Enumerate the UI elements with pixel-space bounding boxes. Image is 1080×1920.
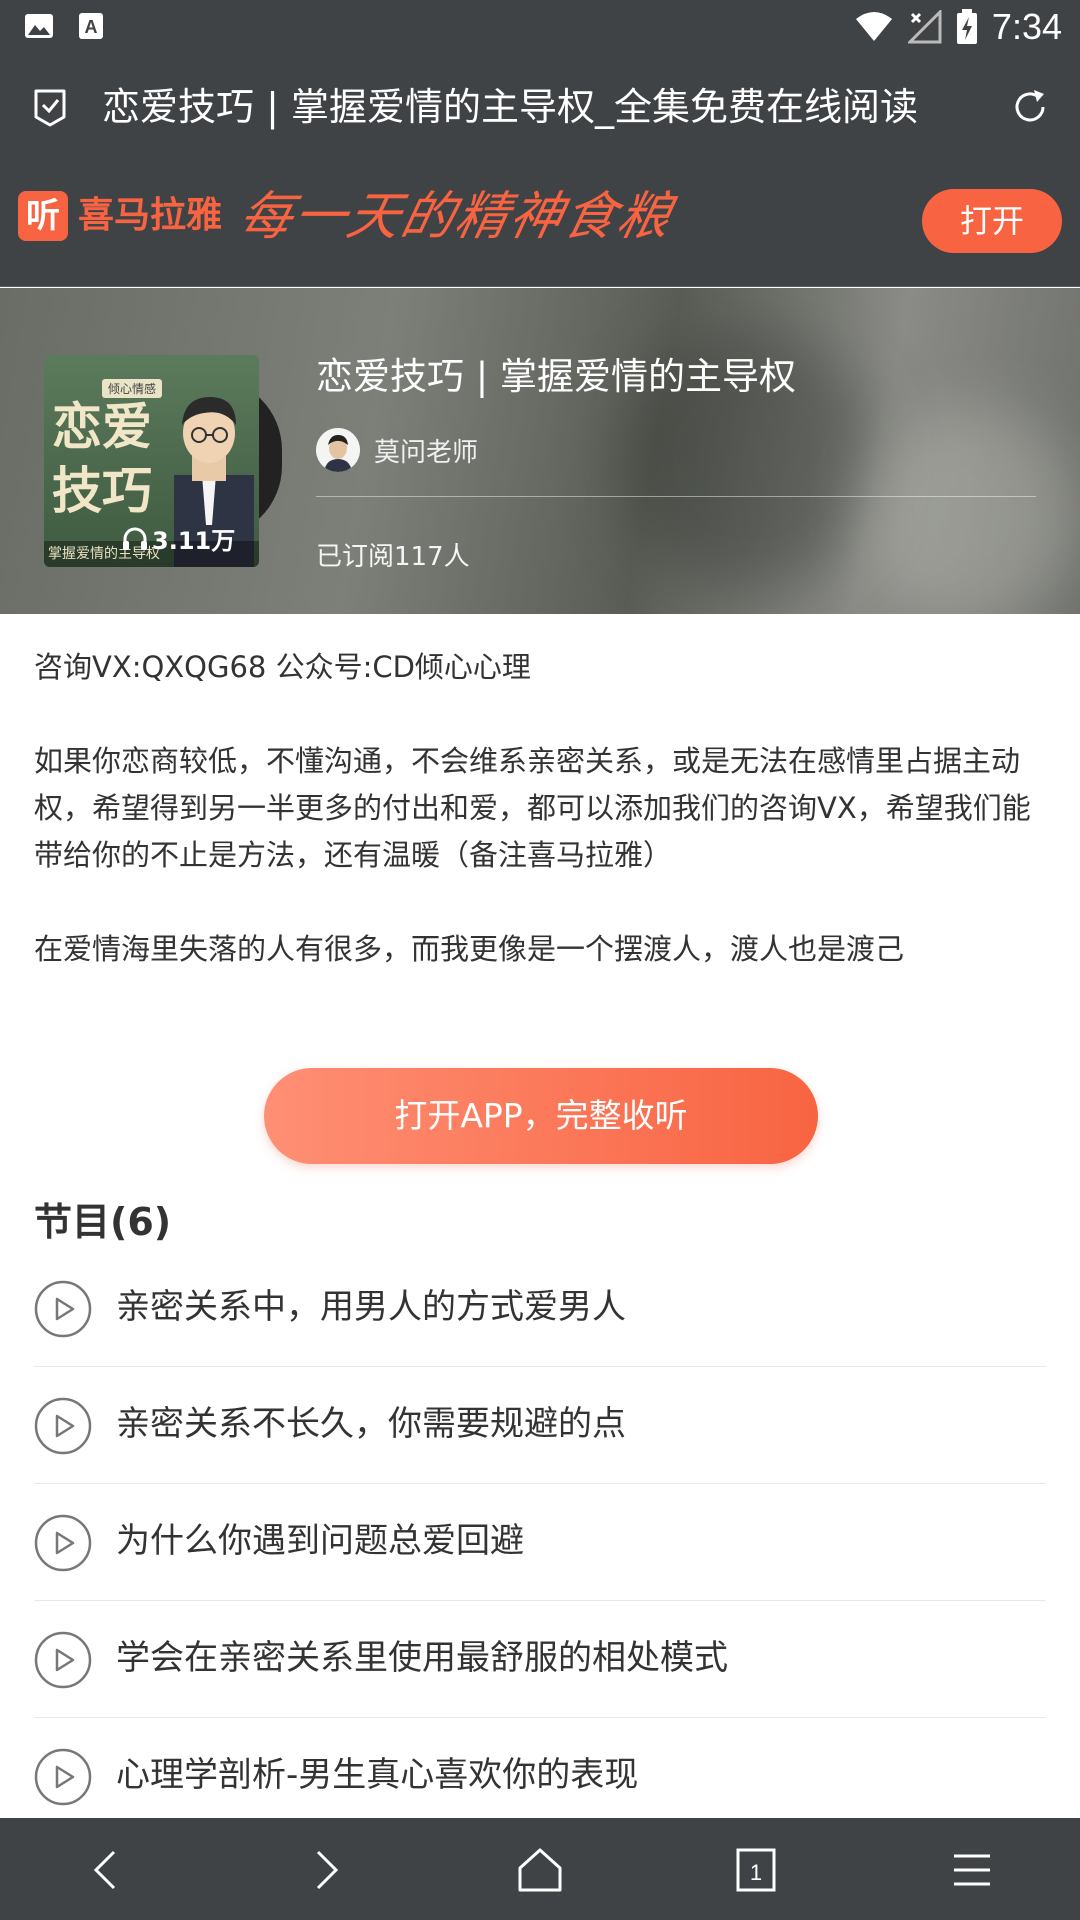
image-icon xyxy=(25,14,53,38)
brand-name: 喜马拉雅 xyxy=(78,195,223,236)
title-fade xyxy=(920,77,982,137)
author-row[interactable]: 莫问老师 xyxy=(316,428,478,472)
episode-title[interactable]: 心理学剖析-男生真心喜欢你的表现 xyxy=(116,1747,638,1803)
episode-title[interactable]: 亲密关系不长久，你需要规避的点 xyxy=(116,1396,626,1452)
page-title[interactable]: 恋爱技巧 | 掌握爱情的主导权_全集免费在线阅读 xyxy=(102,77,982,137)
forward-icon[interactable] xyxy=(296,1842,352,1898)
author-name[interactable]: 莫问老师 xyxy=(374,432,478,469)
app-promo-banner: 听 喜马拉雅 每一天的精神食粮 打开 xyxy=(0,160,1080,287)
play-icon[interactable] xyxy=(34,1514,92,1572)
play-icon[interactable] xyxy=(34,1748,92,1806)
shield-check-icon[interactable] xyxy=(32,87,68,127)
episode-list: 亲密关系中，用男人的方式爱男人 亲密关系不长久，你需要规避的点 为什么你遇到问题… xyxy=(34,1250,1046,1835)
play-icon[interactable] xyxy=(34,1631,92,1689)
episode-item[interactable]: 亲密关系中，用男人的方式爱男人 xyxy=(34,1250,1046,1367)
play-count: 3.11万 xyxy=(122,521,235,556)
battery-charging-icon xyxy=(956,9,977,44)
episode-title[interactable]: 学会在亲密关系里使用最舒服的相处模式 xyxy=(116,1630,728,1686)
browser-bottom-nav: 1 xyxy=(0,1818,1080,1920)
browser-toolbar: 恋爱技巧 | 掌握爱情的主导权_全集免费在线阅读 xyxy=(0,55,1080,160)
author-avatar[interactable] xyxy=(316,428,360,472)
episode-item[interactable]: 为什么你遇到问题总爱回避 xyxy=(34,1484,1046,1601)
play-count-value: 3.11万 xyxy=(152,527,236,555)
back-icon[interactable] xyxy=(80,1842,136,1898)
home-icon[interactable] xyxy=(512,1842,568,1898)
episode-item[interactable]: 亲密关系不长久，你需要规避的点 xyxy=(34,1367,1046,1484)
episode-title[interactable]: 为什么你遇到问题总爱回避 xyxy=(116,1513,524,1569)
play-icon[interactable] xyxy=(34,1280,92,1338)
episode-item[interactable]: 学会在亲密关系里使用最舒服的相处模式 xyxy=(34,1601,1046,1718)
open-app-button[interactable]: 打开 xyxy=(922,189,1062,253)
contact-line: 咨询VX:QXQG68 公众号:CD倾心心理 xyxy=(34,650,531,684)
tab-count: 1 xyxy=(750,1860,762,1885)
status-bar: A 7:34 xyxy=(0,0,1080,55)
play-icon[interactable] xyxy=(34,1397,92,1455)
tabs-icon[interactable]: 1 xyxy=(728,1842,784,1898)
font-download-icon: A xyxy=(79,13,103,39)
brand-slogan: 每一天的精神食粮 xyxy=(233,187,679,247)
ximalaya-logo-icon: 听 xyxy=(18,191,68,241)
episode-title[interactable]: 亲密关系中，用男人的方式爱男人 xyxy=(116,1279,626,1335)
album-header: 倾心情感 恋爱技巧 掌握爱情的主导权 3.11万 恋爱技巧 | 掌握爱情的主导权 xyxy=(0,288,1080,614)
album-cover[interactable]: 倾心情感 恋爱技巧 掌握爱情的主导权 3.11万 xyxy=(44,355,259,567)
clock: 7:34 xyxy=(991,6,1062,47)
subscriber-count: 已订阅117人 xyxy=(316,542,470,572)
album-description: 咨询VX:QXQG68 公众号:CD倾心心理 如果你恋商较低，不懂沟通，不会维系… xyxy=(34,644,1049,973)
no-signal-icon xyxy=(907,10,942,44)
refresh-icon[interactable] xyxy=(1010,87,1050,127)
episodes-header: 节目(6) xyxy=(34,1200,172,1244)
wifi-icon xyxy=(855,12,892,41)
header-divider xyxy=(316,496,1036,497)
open-app-listen-button[interactable]: 打开APP，完整收听 xyxy=(264,1068,818,1164)
cover-title: 恋爱技巧 xyxy=(52,397,152,520)
headphones-icon xyxy=(123,527,147,550)
menu-icon[interactable] xyxy=(944,1842,1000,1898)
album-title: 恋爱技巧 | 掌握爱情的主导权 xyxy=(316,355,796,398)
description-paragraph: 在爱情海里失落的人有很多，而我更像是一个摆渡人，渡人也是渡己 xyxy=(34,932,905,966)
svg-text:A: A xyxy=(85,17,98,37)
description-paragraph: 如果你恋商较低，不懂沟通，不会维系亲密关系，或是无法在感情里占据主动权，希望得到… xyxy=(34,744,1031,872)
background-blur xyxy=(860,408,1080,614)
